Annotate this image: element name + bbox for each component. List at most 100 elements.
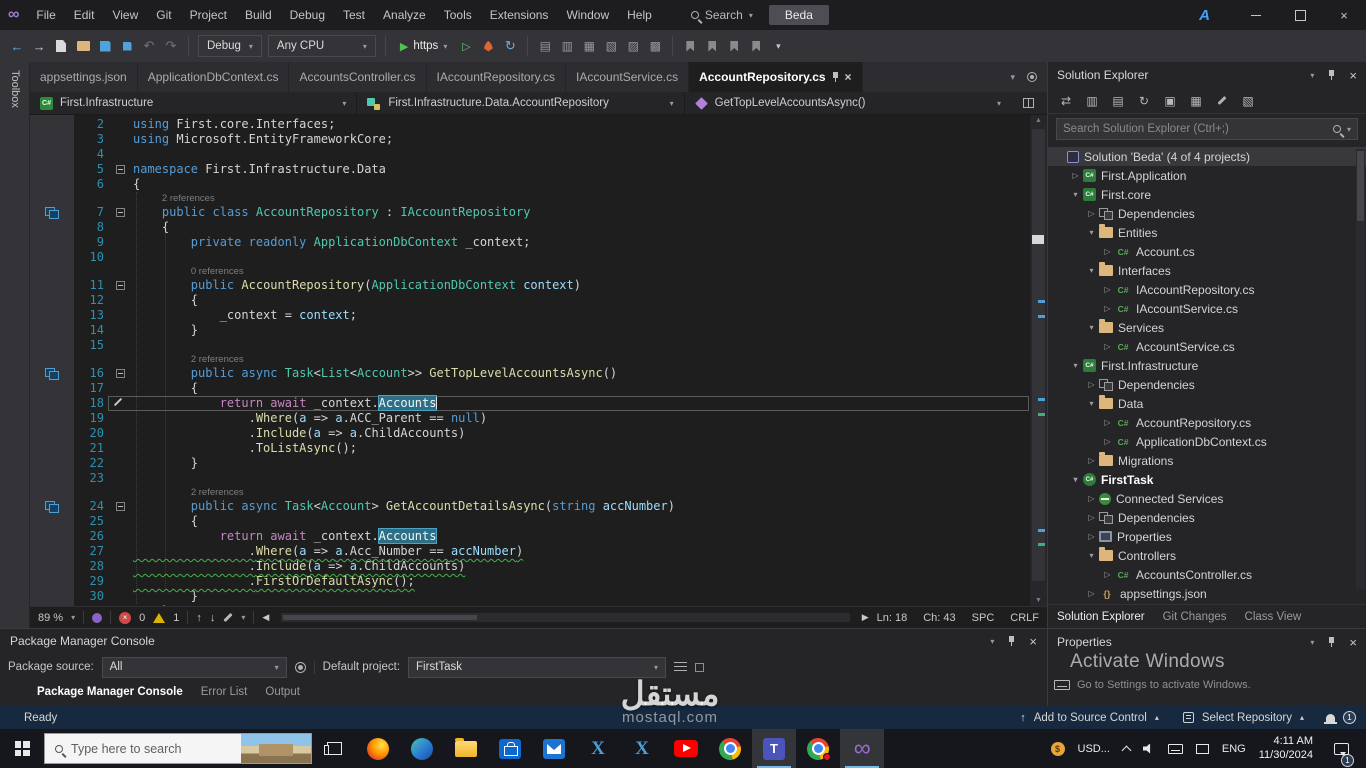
tree-item-migrations[interactable]: ▷ Migrations	[1048, 451, 1366, 470]
chevron-collapsed-icon[interactable]: ▷	[1068, 171, 1083, 180]
clear-console-icon[interactable]	[674, 661, 688, 673]
action-center-button[interactable]: 1	[1326, 729, 1356, 768]
code-text[interactable]: _context = context;	[133, 308, 1029, 323]
panel-tab-solution-explorer[interactable]: Solution Explorer	[1048, 605, 1154, 628]
chevron-collapsed-icon[interactable]: ▷	[1084, 532, 1099, 541]
editor-horizontal-scrollbar[interactable]	[281, 613, 850, 622]
redo-icon[interactable]: ↷	[160, 33, 182, 59]
pin-icon[interactable]	[1327, 69, 1336, 81]
open-file-icon[interactable]	[72, 33, 94, 59]
code-text[interactable]: {	[133, 220, 1029, 235]
watch-icon[interactable]: ▨	[622, 33, 644, 59]
code-text[interactable]: .ToListAsync();	[133, 441, 1029, 456]
scroll-up-icon[interactable]: ▲	[1030, 117, 1047, 124]
tree-item-properties[interactable]: ▷ Properties	[1048, 527, 1366, 546]
chevron-expanded-icon[interactable]: ▾	[1084, 228, 1099, 237]
toolbar-overflow-icon[interactable]: ▾	[767, 33, 789, 59]
start-button[interactable]	[0, 729, 44, 768]
code-text[interactable]: return await _context.Accounts	[133, 396, 1029, 411]
solution-platform-dropdown[interactable]: Any CPU ▾	[267, 35, 376, 57]
taskbar-edge-icon[interactable]	[400, 729, 444, 768]
add-to-source-control-button[interactable]: Add to Source Control	[1034, 712, 1147, 724]
chevron-collapsed-icon[interactable]: ▷	[1100, 247, 1115, 256]
select-repository-button[interactable]: Select Repository	[1202, 712, 1292, 724]
tree-item-dependencies[interactable]: ▷ Dependencies	[1048, 508, 1366, 527]
task-view-button[interactable]	[312, 729, 356, 768]
code-text[interactable]: .Where(a => a.Acc_Number == accNumber)	[133, 544, 1029, 559]
start-debugging-button[interactable]: ▶ https ▾	[392, 34, 455, 58]
menu-debug[interactable]: Debug	[281, 0, 334, 30]
menu-project[interactable]: Project	[181, 0, 236, 30]
window-position-icon[interactable]: ▾	[990, 637, 994, 646]
taskbar-firefox-icon[interactable]	[356, 729, 400, 768]
collapse-region-icon[interactable]	[116, 208, 125, 217]
codelens-references[interactable]: 2 references	[30, 353, 1029, 366]
undo-icon[interactable]: ↶	[138, 33, 160, 59]
toggle-bookmark-icon[interactable]	[723, 33, 745, 59]
default-project-dropdown[interactable]: FirstTask ▾	[408, 656, 667, 678]
code-text[interactable]: namespace First.Infrastructure.Data	[133, 162, 1029, 177]
code-text[interactable]	[133, 250, 1029, 265]
clock[interactable]: 4:11 AM 11/30/2024	[1259, 735, 1313, 763]
menu-analyze[interactable]: Analyze	[374, 0, 435, 30]
file-structure-icon[interactable]: ▧	[600, 33, 622, 59]
tree-item-solution-beda-4-of-4-projects[interactable]: Solution 'Beda' (4 of 4 projects)	[1048, 147, 1366, 166]
pin-icon[interactable]	[1327, 636, 1336, 648]
tree-item-account-cs[interactable]: ▷ C# Account.cs	[1048, 242, 1366, 261]
scroll-right-icon[interactable]: ▶	[862, 612, 869, 623]
code-cleanup-icon[interactable]	[223, 612, 233, 623]
tree-item-data[interactable]: ▾ Data	[1048, 394, 1366, 413]
hot-reload-icon[interactable]	[477, 33, 499, 59]
collapse-region-icon[interactable]	[116, 502, 125, 511]
pin-icon[interactable]	[831, 71, 840, 83]
taskbar-microsoft-store-icon[interactable]	[488, 729, 532, 768]
code-text[interactable]	[133, 471, 1029, 486]
tree-item-applicationdbcontext-cs[interactable]: ▷ C# ApplicationDbContext.cs	[1048, 432, 1366, 451]
tree-item-iaccountservice-cs[interactable]: ▷ C# IAccountService.cs	[1048, 299, 1366, 318]
code-text[interactable]: }	[133, 456, 1029, 471]
gear-icon[interactable]	[1027, 72, 1037, 82]
code-text[interactable]: .FirstOrDefaultAsync();	[133, 574, 1029, 589]
chevron-expanded-icon[interactable]: ▾	[1068, 361, 1083, 370]
volume-icon[interactable]	[1142, 743, 1151, 754]
code-text[interactable]: using Microsoft.EntityFrameworkCore;	[133, 132, 1029, 147]
chevron-collapsed-icon[interactable]: ▷	[1100, 570, 1115, 579]
menu-build[interactable]: Build	[236, 0, 281, 30]
currency-ticker[interactable]: USD...	[1078, 743, 1110, 755]
show-hidden-icons-chevron[interactable]	[1121, 745, 1132, 755]
navigate-down-icon[interactable]: ↓	[210, 612, 216, 624]
code-text[interactable]: {	[133, 293, 1029, 308]
taskbar-chrome-2-icon[interactable]	[796, 729, 840, 768]
next-bookmark-icon[interactable]	[701, 33, 723, 59]
code-text[interactable]: }	[133, 323, 1029, 338]
tree-item-first-core[interactable]: ▾ C# First.core	[1048, 185, 1366, 204]
tree-item-first-infrastructure[interactable]: ▾ C# First.Infrastructure	[1048, 356, 1366, 375]
menu-help[interactable]: Help	[618, 0, 661, 30]
tree-item-accountscontroller-cs[interactable]: ▷ C# AccountsController.cs	[1048, 565, 1366, 584]
tree-item-accountrepository-cs[interactable]: ▷ C# AccountRepository.cs	[1048, 413, 1366, 432]
pending-changes-filter-icon[interactable]: ▥	[1080, 90, 1104, 112]
close-icon[interactable]: ×	[1349, 636, 1357, 649]
breadcrumb-member-dropdown[interactable]: GetTopLevelAccountsAsync() ▾	[685, 92, 1011, 114]
close-button[interactable]: ×	[1322, 0, 1366, 30]
scroll-left-icon[interactable]: ◀	[262, 612, 269, 623]
line-indicator[interactable]: Ln: 18	[877, 612, 908, 624]
input-language[interactable]: ENG	[1222, 743, 1246, 755]
panel-tab-git-changes[interactable]: Git Changes	[1154, 605, 1236, 628]
code-text[interactable]: private readonly ApplicationDbContext _c…	[133, 235, 1029, 250]
taskbar-x-app-icon[interactable]: X	[576, 729, 620, 768]
taskbar-teams-icon[interactable]: T	[752, 729, 796, 768]
code-text[interactable]: .Include(a => a.ChildAccounts)	[133, 426, 1029, 441]
code-text[interactable]: {	[133, 514, 1029, 529]
code-text[interactable]: }	[133, 589, 1029, 604]
chevron-collapsed-icon[interactable]: ▷	[1100, 418, 1115, 427]
panel-tab-output[interactable]: Output	[256, 681, 309, 703]
code-text[interactable]	[133, 147, 1029, 162]
tab-iaccountrepository-cs[interactable]: IAccountRepository.cs	[427, 62, 567, 92]
tab-appsettings-json[interactable]: appsettings.json	[30, 62, 138, 92]
show-all-files-icon[interactable]: ▦	[1184, 90, 1208, 112]
start-without-debugging-icon[interactable]: ▷	[455, 33, 477, 59]
chevron-collapsed-icon[interactable]: ▷	[1084, 209, 1099, 218]
menu-extensions[interactable]: Extensions	[481, 0, 558, 30]
scrollbar-thumb[interactable]	[1357, 151, 1364, 221]
